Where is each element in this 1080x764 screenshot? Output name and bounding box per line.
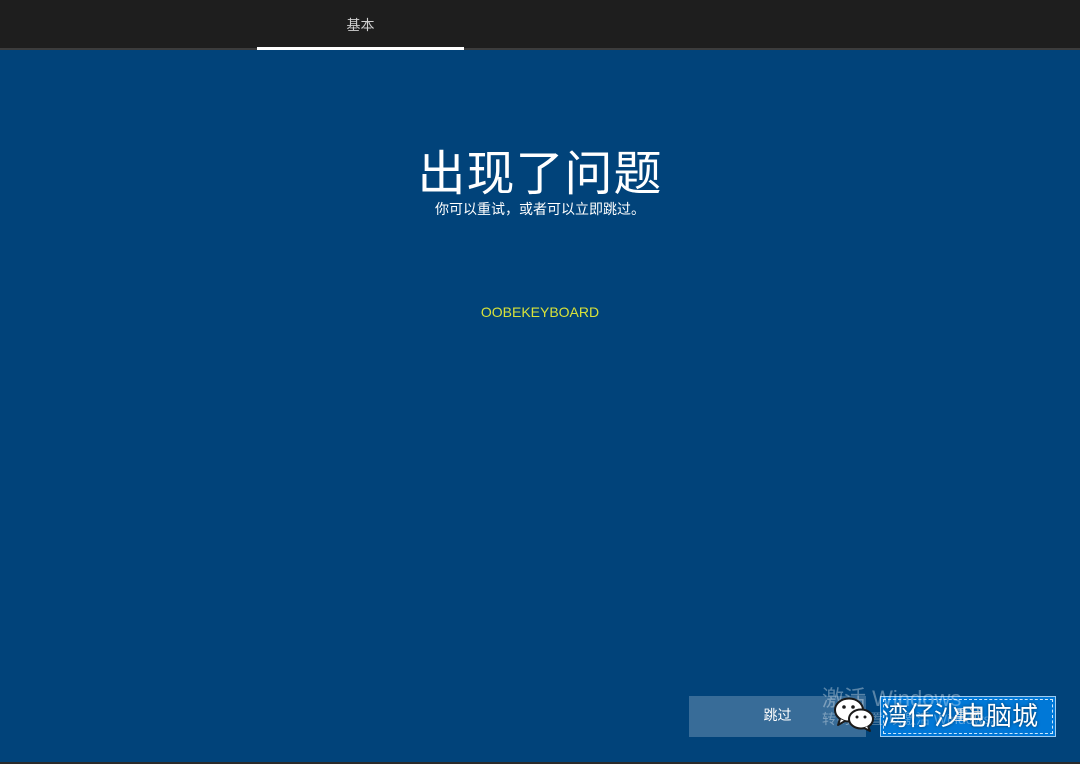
top-navigation-bar: 基本 [0, 0, 1080, 50]
retry-button[interactable]: 重试 [880, 696, 1056, 737]
main-content: 出现了问题 你可以重试，或者可以立即跳过。 OOBEKEYBOARD 跳过 重试… [0, 50, 1080, 764]
page-subtitle: 你可以重试，或者可以立即跳过。 [435, 202, 645, 218]
tab-basics[interactable]: 基本 [257, 0, 464, 48]
error-code: OOBEKEYBOARD [480, 304, 600, 320]
skip-button[interactable]: 跳过 [689, 696, 866, 737]
page-title: 出现了问题 [417, 146, 663, 202]
